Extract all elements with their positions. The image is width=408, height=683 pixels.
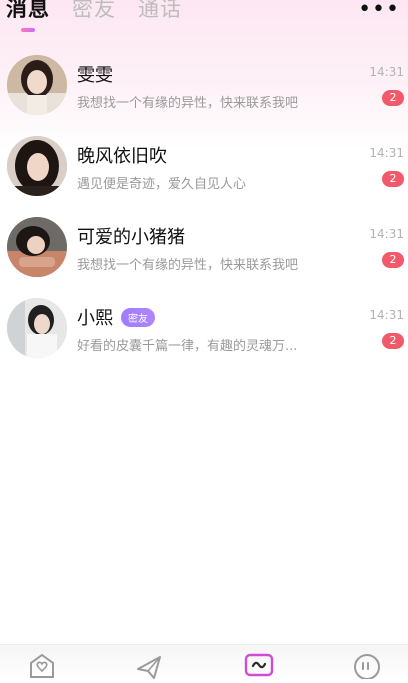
avatar-image [7, 136, 67, 196]
send-icon-svg [137, 656, 161, 679]
name-wrap: 雯雯 [77, 61, 113, 87]
conversation-row[interactable]: 小熙 密友 好看的皮囊千篇一律，有趣的灵魂万... 14:31 2 [0, 295, 408, 376]
top-tabs: 消息 密友 通话 [6, 0, 182, 32]
conversation-row[interactable]: 雯雯 我想找一个有缘的异性，快来联系我吧 14:31 2 [0, 52, 408, 133]
heart-home-icon[interactable] [27, 651, 57, 679]
last-message: 我想找一个有缘的异性，快来联系我吧 [77, 96, 299, 111]
tab-friends-label: 密友 [72, 0, 116, 21]
avatar-image [7, 298, 67, 358]
send-icon[interactable] [134, 651, 164, 679]
contact-name: 雯雯 [77, 65, 113, 86]
name-wrap: 晚风依旧吹 [77, 142, 167, 168]
message-time: 14:31 [369, 146, 404, 160]
contact-name: 小熙 [77, 308, 113, 329]
conversation-row[interactable]: 可爱的小猪猪 我想找一个有缘的异性，快来联系我吧 14:31 2 [0, 214, 408, 295]
contact-name: 晚风依旧吹 [77, 146, 167, 167]
unread-count-badge: 2 [382, 90, 404, 106]
message-time: 14:31 [369, 227, 404, 241]
avatar-image [7, 55, 67, 115]
tab-messages[interactable]: 消息 [6, 0, 50, 32]
avatar[interactable] [7, 55, 67, 115]
quote-bubble-icon-svg [354, 654, 380, 680]
avatar[interactable] [7, 136, 67, 196]
contact-name: 可爱的小猪猪 [77, 227, 185, 248]
avatar-image [7, 217, 67, 277]
chat-wave-icon-svg [244, 653, 274, 677]
tab-calls[interactable]: 通话 [138, 0, 182, 30]
last-message: 遇见便是奇迹，爱久自见人心 [77, 177, 247, 192]
conversation-row[interactable]: 晚风依旧吹 遇见便是奇迹，爱久自见人心 14:31 2 [0, 133, 408, 214]
last-message: 我想找一个有缘的异性，快来联系我吧 [77, 258, 299, 273]
name-wrap: 可爱的小猪猪 [77, 223, 185, 249]
last-message: 好看的皮囊千篇一律，有趣的灵魂万... [77, 339, 298, 354]
unread-count-badge: 2 [382, 171, 404, 187]
close-friend-tag: 密友 [121, 307, 155, 327]
message-time: 14:31 [369, 308, 404, 322]
chat-wave-icon[interactable] [244, 651, 274, 679]
bottom-navigation [0, 644, 408, 680]
avatar[interactable] [7, 298, 67, 358]
unread-count-badge: 2 [382, 333, 404, 349]
tab-active-indicator [21, 28, 35, 32]
heart-home-icon-svg [30, 653, 54, 678]
quote-bubble-icon[interactable] [352, 651, 382, 680]
conversation-list: 雯雯 我想找一个有缘的异性，快来联系我吧 14:31 2 晚风依旧吹 遇见便是奇… [0, 52, 408, 376]
unread-count-badge: 2 [382, 252, 404, 268]
name-wrap: 小熙 密友 [77, 304, 155, 330]
avatar[interactable] [7, 217, 67, 277]
more-icon[interactable]: ••• [358, 0, 400, 22]
tab-messages-label: 消息 [6, 0, 50, 21]
message-time: 14:31 [369, 65, 404, 79]
tab-calls-label: 通话 [138, 0, 182, 21]
tab-friends[interactable]: 密友 [72, 0, 116, 30]
